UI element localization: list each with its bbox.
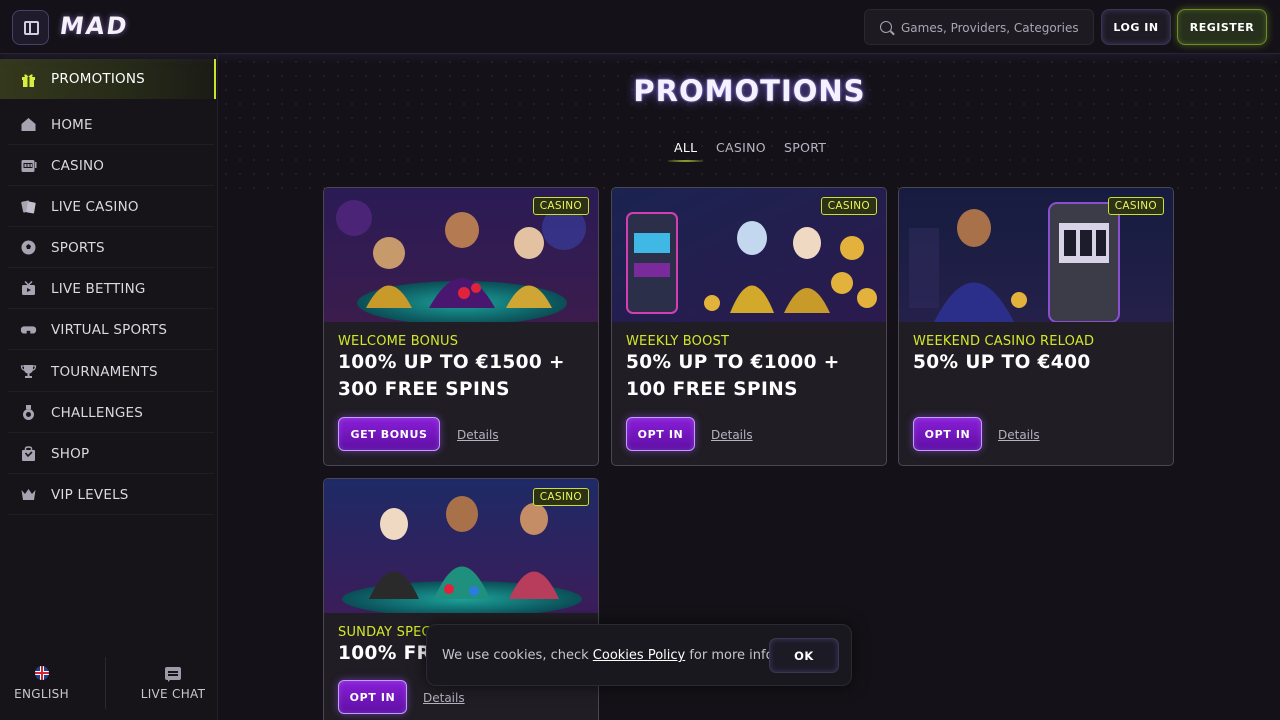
sidebar-item-label: LIVE BETTING [51,280,146,297]
sidebar-footer: ENGLISH LIVE CHAT [0,657,218,720]
sidebar-item-promotions[interactable]: PROMOTIONS [0,59,216,99]
chat-bubble-icon [165,667,181,682]
sidebar-item-tournaments[interactable]: TOURNAMENTS [8,352,214,392]
sidebar-item-home[interactable]: HOME [8,105,214,145]
home-icon [20,116,37,133]
cookie-message: We use cookies, check Cookies Policy for… [442,648,777,663]
page-title: PROMOTIONS [633,74,866,108]
promo-card: CASINO WEEKEND CASINO RELOAD 50% UP TO €… [898,187,1174,466]
details-link[interactable]: Details [711,428,753,442]
sidebar-item-casino[interactable]: CASINO [8,146,214,186]
sidebar-item-label: PROMOTIONS [51,71,145,87]
promo-banner-image[interactable]: CASINO [324,479,598,613]
register-button[interactable]: REGISTER [1177,9,1267,45]
live-chat-label: LIVE CHAT [140,687,206,701]
cookies-policy-link[interactable]: Cookies Policy [593,648,685,663]
sidebar-item-label: VIRTUAL SPORTS [51,321,168,338]
footer-divider [105,657,106,709]
live-chat-button[interactable]: LIVE CHAT [128,665,218,701]
tab-all[interactable]: ALL [667,140,704,162]
sidebar: PROMOTIONS HOME CASINO LIVE CASINO SPORT… [0,54,218,720]
slot-machine-icon [20,157,37,174]
promo-card: CASINO WELCOME BONUS 100% UP TO €1500 + … [323,187,599,466]
sidebar-item-label: CHALLENGES [51,404,144,421]
sidebar-item-label: SPORTS [51,239,105,256]
opt-in-button[interactable]: OPT IN [913,417,982,451]
site-logo[interactable]: MAD [58,12,130,40]
opt-in-button[interactable]: OPT IN [338,680,407,714]
promo-headline: 100% UP TO €1500 + 300 FREE SPINS [338,352,565,400]
cookie-text-after: for more info. [689,648,778,663]
sidebar-item-virtual-sports[interactable]: VIRTUAL SPORTS [8,310,214,350]
vr-headset-icon [20,321,37,338]
search-box[interactable] [864,9,1094,45]
sidebar-item-label: TOURNAMENTS [51,363,158,380]
opt-in-button[interactable]: OPT IN [626,417,695,451]
tv-icon [20,280,37,297]
category-badge: CASINO [1107,197,1164,215]
language-label: ENGLISH [14,687,69,701]
login-button[interactable]: LOG IN [1101,9,1171,45]
promo-banner-image[interactable]: CASINO [324,188,598,322]
sidebar-item-live-betting[interactable]: LIVE BETTING [8,269,214,309]
promo-headline: 50% UP TO €400 [913,352,1091,373]
language-selector[interactable]: ENGLISH [0,665,83,701]
category-badge: CASINO [532,197,589,215]
sidebar-item-sports[interactable]: SPORTS [8,228,214,268]
promo-headline: 50% UP TO €1000 + 100 FREE SPINS [626,352,840,400]
tab-sport[interactable]: SPORT [784,140,826,155]
trophy-icon [20,363,37,380]
promo-subtitle: WEEKEND CASINO RELOAD [913,334,1095,349]
details-link[interactable]: Details [457,428,499,442]
category-badge: CASINO [820,197,877,215]
menu-toggle-button[interactable] [12,10,49,45]
crown-icon [20,486,37,503]
sidebar-item-label: LIVE CASINO [51,198,139,215]
sidebar-item-label: CASINO [51,157,105,174]
top-header: MAD LOG IN REGISTER [0,0,1280,54]
cookie-ok-button[interactable]: OK [769,638,839,673]
medal-icon [20,404,37,421]
promo-subtitle: WEEKLY BOOST [626,334,730,349]
sidebar-item-shop[interactable]: SHOP [8,434,214,474]
category-badge: CASINO [532,488,589,506]
sidebar-item-label: SHOP [51,445,90,462]
promo-subtitle: WELCOME BONUS [338,334,459,349]
sidebar-item-label: VIP LEVELS [51,486,129,503]
sidebar-item-vip-levels[interactable]: VIP LEVELS [8,475,214,515]
promo-banner-image[interactable]: CASINO [899,188,1173,322]
sidebar-item-challenges[interactable]: CHALLENGES [8,393,214,433]
soccer-ball-icon [20,239,37,256]
cookie-banner: We use cookies, check Cookies Policy for… [426,624,852,686]
cookie-text-before: We use cookies, check [442,648,589,663]
get-bonus-button[interactable]: GET BONUS [338,417,440,451]
sidebar-toggle-icon [24,21,39,35]
promo-subtitle: SUNDAY SPEC [338,625,431,640]
tab-casino[interactable]: CASINO [716,140,766,155]
promo-card: CASINO WEEKLY BOOST 50% UP TO €1000 + 10… [611,187,887,466]
sidebar-item-live-casino[interactable]: LIVE CASINO [8,187,214,227]
promotion-tabs: ALL CASINO SPORT [219,140,1280,164]
uk-flag-icon [34,666,49,680]
shopping-bag-icon [20,445,37,462]
search-icon [880,21,892,33]
sidebar-item-label: HOME [51,116,93,133]
details-link[interactable]: Details [998,428,1040,442]
details-link[interactable]: Details [423,691,465,705]
gift-icon [20,71,37,88]
promo-banner-image[interactable]: CASINO [612,188,886,322]
cards-icon [20,198,37,215]
search-input[interactable] [901,18,1086,38]
